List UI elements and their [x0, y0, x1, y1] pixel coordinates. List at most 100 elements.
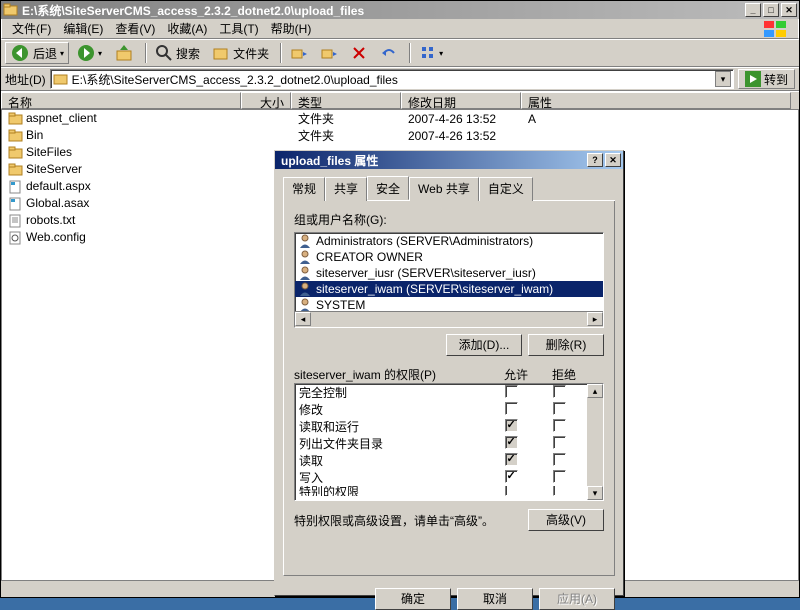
close-button[interactable]: ✕ [781, 3, 797, 17]
address-value: E:\系统\SiteServerCMS_access_2.3.2_dotnet2… [72, 71, 715, 88]
address-combo[interactable]: E:\系统\SiteServerCMS_access_2.3.2_dotnet2… [50, 69, 734, 89]
permissions-for-label: siteserver_iwam 的权限(P) [294, 366, 492, 383]
deny-checkbox[interactable] [553, 402, 566, 415]
permission-row: 修改 [295, 401, 603, 418]
apply-button[interactable]: 应用(A) [539, 588, 615, 610]
file-icon [8, 231, 24, 245]
folder-icon [53, 71, 69, 87]
move-to-button[interactable] [285, 42, 313, 64]
back-label: 后退 [33, 45, 57, 62]
views-button[interactable]: ▾ [414, 42, 448, 64]
col-size[interactable]: 大小 [241, 92, 291, 109]
file-icon [8, 197, 24, 211]
menu-favorites[interactable]: 收藏(A) [161, 18, 213, 39]
help-button[interactable]: ? [587, 153, 603, 167]
permission-row: 读取和运行 [295, 418, 603, 435]
maximize-button[interactable]: □ [763, 3, 779, 17]
file-icon [8, 214, 24, 228]
folder-icon [8, 146, 24, 160]
scroll-left-icon[interactable]: ◂ [295, 312, 311, 326]
deny-checkbox[interactable] [553, 419, 566, 432]
col-attr[interactable]: 属性 [521, 92, 791, 109]
user-item[interactable]: CREATOR OWNER [295, 249, 603, 265]
user-item[interactable]: siteserver_iwam (SERVER\siteserver_iwam) [295, 281, 603, 297]
address-label: 地址(D) [5, 71, 46, 88]
go-label: 转到 [764, 71, 788, 88]
delete-button[interactable] [345, 42, 373, 64]
add-button[interactable]: 添加(D)... [446, 334, 522, 356]
tab-general[interactable]: 常规 [283, 177, 325, 201]
copy-to-button[interactable] [315, 42, 343, 64]
permission-label: 完全控制 [299, 384, 487, 401]
up-button[interactable] [109, 42, 139, 64]
menu-view[interactable]: 查看(V) [109, 18, 161, 39]
minimize-button[interactable]: _ [745, 3, 761, 17]
deny-checkbox[interactable] [553, 453, 566, 466]
allow-checkbox[interactable] [505, 385, 518, 398]
user-item[interactable]: siteserver_iusr (SERVER\siteserver_iusr) [295, 265, 603, 281]
permission-row: 特别的权限 [295, 486, 603, 496]
permission-list[interactable]: 完全控制修改读取和运行列出文件夹目录读取写入特别的权限 ▴ ▾ [294, 383, 604, 501]
address-bar: 地址(D) E:\系统\SiteServerCMS_access_2.3.2_d… [1, 67, 799, 91]
advanced-button[interactable]: 高级(V) [528, 509, 604, 531]
permission-row: 读取 [295, 452, 603, 469]
list-item[interactable]: aspnet_client文件夹2007-4-26 13:52A [2, 110, 798, 127]
col-name[interactable]: 名称 [1, 92, 241, 109]
permission-label: 列出文件夹目录 [299, 435, 487, 452]
list-item[interactable]: Bin文件夹2007-4-26 13:52 [2, 127, 798, 144]
menu-file[interactable]: 文件(F) [6, 18, 57, 39]
toolbar: 后退 ▾ ▾ 搜索 文件夹 ▾ [1, 39, 799, 67]
dialog-close-button[interactable]: ✕ [605, 153, 621, 167]
user-list[interactable]: Administrators (SERVER\Administrators)CR… [294, 232, 604, 328]
group-users-label: 组或用户名称(G): [294, 211, 604, 228]
permission-label: 写入 [299, 469, 487, 486]
allow-checkbox[interactable] [505, 470, 518, 483]
allow-checkbox[interactable] [505, 436, 518, 449]
permission-label: 特别的权限 [299, 486, 487, 496]
folder-icon [3, 2, 19, 18]
allow-checkbox[interactable] [505, 486, 518, 496]
ok-button[interactable]: 确定 [375, 588, 451, 610]
scroll-right-icon[interactable]: ▸ [587, 312, 603, 326]
deny-checkbox[interactable] [553, 385, 566, 398]
deny-checkbox[interactable] [553, 436, 566, 449]
folders-button[interactable]: 文件夹 [207, 42, 274, 64]
cancel-button[interactable]: 取消 [457, 588, 533, 610]
titlebar[interactable]: E:\系统\SiteServerCMS_access_2.3.2_dotnet2… [1, 1, 799, 19]
col-type[interactable]: 类型 [291, 92, 401, 109]
allow-checkbox[interactable] [505, 453, 518, 466]
menu-tools[interactable]: 工具(T) [213, 18, 264, 39]
tab-share[interactable]: 共享 [325, 177, 367, 201]
menu-help[interactable]: 帮助(H) [265, 18, 318, 39]
folder-icon [8, 163, 24, 177]
go-button[interactable]: 转到 [738, 69, 795, 89]
back-button[interactable]: 后退 ▾ [5, 42, 69, 64]
col-modified[interactable]: 修改日期 [401, 92, 521, 109]
file-icon [8, 180, 24, 194]
tab-security[interactable]: 安全 [367, 176, 409, 200]
tab-custom[interactable]: 自定义 [479, 177, 533, 201]
permission-label: 读取和运行 [299, 418, 487, 435]
remove-button[interactable]: 删除(R) [528, 334, 604, 356]
deny-checkbox[interactable] [553, 470, 566, 483]
deny-header: 拒绝 [540, 366, 588, 383]
horizontal-scrollbar[interactable]: ◂ ▸ [295, 311, 603, 327]
folder-icon [8, 129, 24, 143]
tab-webshare[interactable]: Web 共享 [409, 177, 479, 201]
menu-edit[interactable]: 编辑(E) [57, 18, 109, 39]
undo-button[interactable] [375, 42, 403, 64]
dropdown-icon[interactable]: ▾ [715, 71, 731, 87]
dialog-titlebar[interactable]: upload_files 属性 ? ✕ [275, 151, 623, 169]
window-title: E:\系统\SiteServerCMS_access_2.3.2_dotnet2… [22, 2, 364, 19]
deny-checkbox[interactable] [553, 486, 566, 496]
allow-checkbox[interactable] [505, 419, 518, 432]
vertical-scrollbar[interactable]: ▴ ▾ [587, 384, 603, 500]
scroll-up-icon[interactable]: ▴ [587, 384, 603, 398]
search-button[interactable]: 搜索 [150, 42, 205, 64]
properties-dialog: upload_files 属性 ? ✕ 常规 共享 安全 Web 共享 自定义 … [274, 150, 624, 596]
user-item[interactable]: Administrators (SERVER\Administrators) [295, 233, 603, 249]
forward-button[interactable]: ▾ [71, 42, 107, 64]
scroll-down-icon[interactable]: ▾ [587, 486, 603, 500]
allow-checkbox[interactable] [505, 402, 518, 415]
permission-label: 修改 [299, 401, 487, 418]
